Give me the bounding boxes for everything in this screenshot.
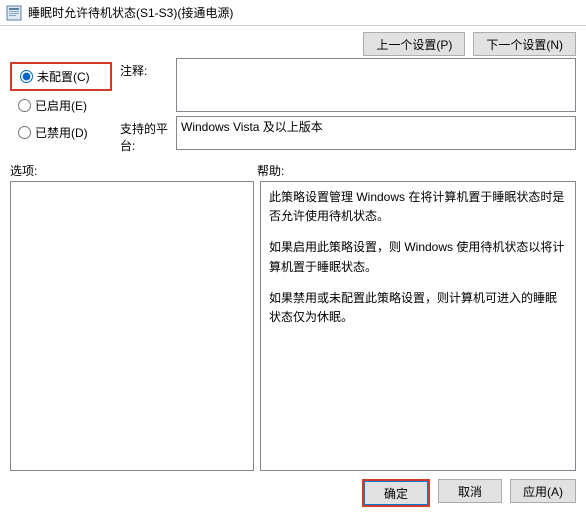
comment-label: 注释: xyxy=(120,58,176,79)
help-panel: 此策略设置管理 Windows 在将计算机置于睡眠状态时是否允许使用待机状态。 … xyxy=(260,181,576,471)
ok-button[interactable]: 确定 xyxy=(364,481,428,505)
title-bar: 睡眠时允许待机状态(S1-S3)(接通电源) xyxy=(0,0,586,26)
apply-button[interactable]: 应用(A) xyxy=(510,479,576,503)
help-paragraph-2: 如果启用此策略设置，则 Windows 使用待机状态以将计算机置于睡眠状态。 xyxy=(269,238,567,276)
comment-input[interactable] xyxy=(176,58,576,112)
radio-enabled-wrap[interactable]: 已启用(E) xyxy=(10,93,112,118)
section-labels: 选项: 帮助: xyxy=(0,160,586,181)
help-paragraph-1: 此策略设置管理 Windows 在将计算机置于睡眠状态时是否允许使用待机状态。 xyxy=(269,188,567,226)
radio-disabled-wrap[interactable]: 已禁用(D) xyxy=(10,120,112,145)
radio-enabled[interactable] xyxy=(18,99,31,112)
nav-row: 上一个设置(P) 下一个设置(N) xyxy=(0,26,586,58)
state-radio-group: 未配置(C) 已启用(E) 已禁用(D) xyxy=(10,58,112,154)
policy-icon xyxy=(6,5,22,21)
platform-box[interactable]: Windows Vista 及以上版本 xyxy=(176,116,576,150)
prev-setting-button[interactable]: 上一个设置(P) xyxy=(363,32,465,56)
options-panel xyxy=(10,181,254,471)
window-title: 睡眠时允许待机状态(S1-S3)(接通电源) xyxy=(28,4,233,21)
help-paragraph-3: 如果禁用或未配置此策略设置，则计算机可进入的睡眠状态仅为休眠。 xyxy=(269,289,567,327)
radio-disabled-label[interactable]: 已禁用(D) xyxy=(35,124,88,141)
radio-disabled[interactable] xyxy=(18,126,31,139)
panels-row: 此策略设置管理 Windows 在将计算机置于睡眠状态时是否允许使用待机状态。 … xyxy=(0,181,586,471)
radio-not-configured-wrap[interactable]: 未配置(C) xyxy=(10,62,112,91)
ok-highlight: 确定 xyxy=(362,479,430,507)
options-section-label: 选项: xyxy=(10,162,257,179)
platform-value: Windows Vista 及以上版本 xyxy=(181,120,323,134)
fields-grid: 注释: 支持的平台: Windows Vista 及以上版本 xyxy=(112,58,576,154)
radio-enabled-label[interactable]: 已启用(E) xyxy=(35,97,87,114)
radio-not-configured[interactable] xyxy=(20,70,33,83)
platform-label: 支持的平台: xyxy=(120,116,176,154)
bottom-buttons: 确定 取消 应用(A) xyxy=(0,471,586,515)
config-area: 未配置(C) 已启用(E) 已禁用(D) 注释: 支持的平台: Windows … xyxy=(0,58,586,160)
next-setting-button[interactable]: 下一个设置(N) xyxy=(473,32,576,56)
help-section-label: 帮助: xyxy=(257,162,576,179)
radio-not-configured-label[interactable]: 未配置(C) xyxy=(37,68,90,85)
cancel-button[interactable]: 取消 xyxy=(438,479,502,503)
